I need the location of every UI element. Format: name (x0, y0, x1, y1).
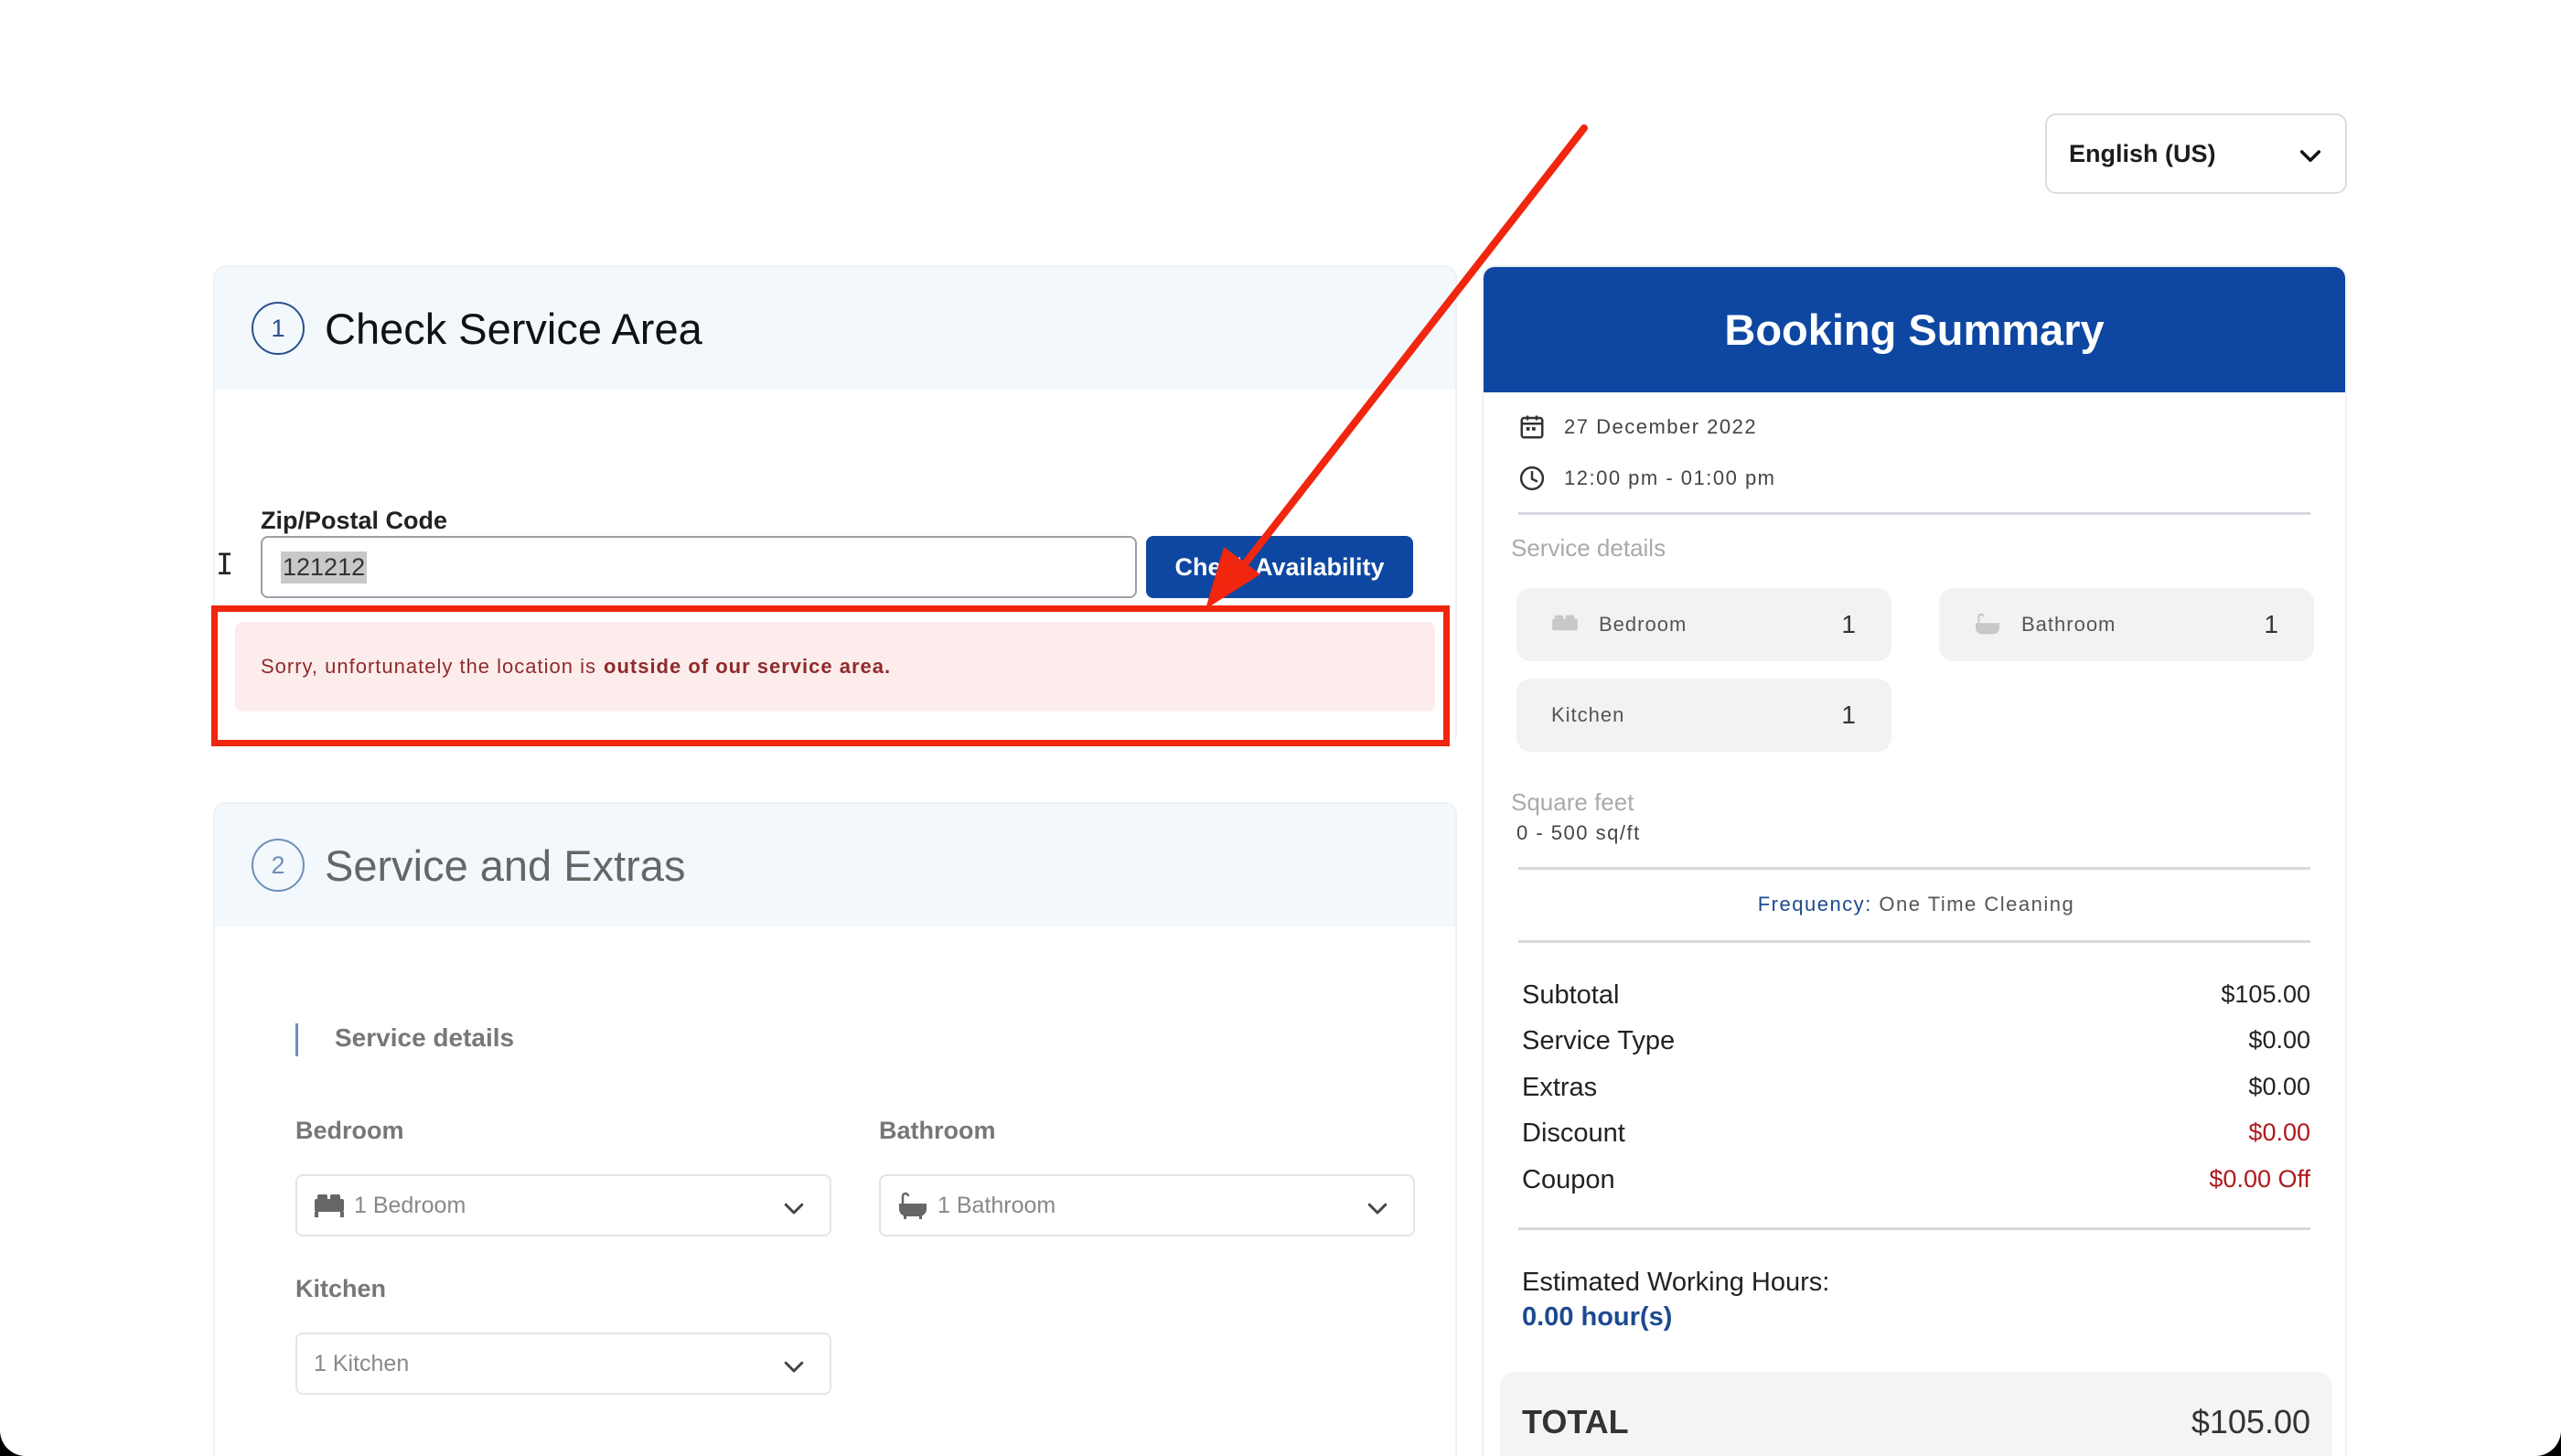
price-row-discount: Discount $0.00 (1522, 1119, 2310, 1149)
error-text-bold: outside of our service area. (604, 655, 892, 678)
clock-icon (1519, 466, 1545, 491)
check-availability-button[interactable]: Check Availability (1146, 536, 1413, 598)
estimated-hours-label: Estimated Working Hours: (1522, 1268, 1830, 1297)
item-name: Bathroom (2021, 613, 2116, 636)
kitchen-select[interactable]: 1 Kitchen (295, 1333, 831, 1395)
bathtub-icon (899, 1192, 927, 1219)
service-details-label: Service details (1511, 534, 1666, 562)
frequency-value: One Time Cleaning (1879, 893, 2075, 915)
divider (1518, 512, 2310, 515)
booking-summary: Booking Summary 27 December 2022 12:00 p… (1482, 265, 2347, 1456)
price-row-coupon: Coupon $0.00 Off (1522, 1165, 2310, 1195)
price-label: Discount (1522, 1119, 1625, 1148)
kitchen-select-value: 1 Kitchen (314, 1350, 410, 1376)
price-label: Coupon (1522, 1165, 1615, 1194)
chevron-down-icon (784, 1361, 804, 1373)
card-header: 2 Service and Extras (215, 804, 1455, 926)
chevron-down-icon (1367, 1203, 1388, 1215)
price-row-extras: Extras $0.00 (1522, 1073, 2310, 1103)
summary-item-bathroom: Bathroom 1 (1939, 588, 2314, 661)
price-value: $105.00 (2221, 980, 2310, 1008)
summary-item-kitchen: Kitchen 1 (1516, 679, 1891, 752)
calendar-icon (1520, 415, 1544, 439)
item-count: 1 (2264, 610, 2279, 638)
total-value: $105.00 (2191, 1403, 2310, 1440)
price-value: $0.00 (2248, 1073, 2310, 1100)
bathroom-select-value: 1 Bathroom (938, 1192, 1056, 1218)
price-label: Extras (1522, 1073, 1598, 1102)
frequency: Frequency: One Time Cleaning (1484, 893, 2345, 916)
divider (1518, 1227, 2310, 1230)
price-label: Subtotal (1522, 980, 1620, 1010)
item-count: 1 (1841, 610, 1857, 638)
price-row-subtotal: Subtotal $105.00 (1522, 980, 2310, 1011)
step-number: 2 (252, 839, 305, 892)
language-select-value: English (US) (2069, 139, 2216, 167)
service-details-heading: Service details (295, 1023, 514, 1056)
section-title: Check Service Area (325, 304, 702, 353)
check-service-area-card: 1 Check Service Area Zip/Postal Code 121… (213, 265, 1457, 746)
price-row-service-type: Service Type $0.00 (1522, 1026, 2310, 1056)
item-count: 1 (1841, 701, 1857, 729)
bed-icon (1552, 615, 1578, 631)
frequency-label: Frequency: (1757, 893, 1872, 915)
error-message: Sorry, unfortunately the location is out… (235, 622, 1435, 712)
bathroom-label: Bathroom (879, 1117, 996, 1144)
summary-date: 27 December 2022 (1518, 413, 1757, 441)
summary-title: Booking Summary (1484, 267, 2345, 392)
price-value: $0.00 (2248, 1119, 2310, 1146)
section-title: Service and Extras (325, 840, 686, 890)
text-cursor-icon: I (216, 547, 234, 582)
bedroom-label: Bedroom (295, 1117, 404, 1144)
card-header: 1 Check Service Area (215, 267, 1455, 390)
summary-time: 12:00 pm - 01:00 pm (1518, 465, 1776, 492)
bathroom-select[interactable]: 1 Bathroom (879, 1174, 1415, 1237)
zip-input[interactable]: 121212 (261, 536, 1137, 598)
zip-label: Zip/Postal Code (261, 507, 448, 534)
chevron-down-icon (2299, 150, 2321, 163)
error-text: Sorry, unfortunately the location is (261, 655, 596, 678)
service-extras-card: 2 Service and Extras Service details Bed… (213, 802, 1457, 1456)
estimated-hours-value: 0.00 hour(s) (1522, 1302, 1673, 1332)
bed-icon (315, 1194, 344, 1217)
chevron-down-icon (784, 1203, 804, 1215)
price-value: $0.00 Off (2209, 1165, 2310, 1193)
sqft-value: 0 - 500 sq/ft (1516, 821, 1641, 844)
kitchen-label: Kitchen (295, 1275, 387, 1302)
item-name: Bedroom (1599, 613, 1688, 636)
divider (1518, 867, 2310, 870)
summary-item-bedroom: Bedroom 1 (1516, 588, 1891, 661)
total-bar: TOTAL $105.00 (1500, 1372, 2332, 1456)
bedroom-select[interactable]: 1 Bedroom (295, 1174, 831, 1237)
bedroom-select-value: 1 Bedroom (354, 1192, 466, 1218)
time-text: 12:00 pm - 01:00 pm (1564, 466, 1776, 489)
price-label: Service Type (1522, 1026, 1676, 1055)
date-text: 27 December 2022 (1564, 415, 1758, 438)
divider (1518, 940, 2310, 943)
price-value: $0.00 (2248, 1026, 2310, 1054)
item-name: Kitchen (1551, 703, 1625, 726)
sqft-label: Square feet (1511, 788, 1634, 816)
language-select[interactable]: English (US) (2045, 113, 2347, 194)
zip-input-value: 121212 (281, 551, 368, 583)
total-label: TOTAL (1522, 1403, 1629, 1440)
bathtub-icon (1976, 613, 1999, 635)
step-number: 1 (252, 302, 305, 355)
booking-page: English (US) 1 Check Service Area Zip/Po… (0, 0, 2561, 1456)
